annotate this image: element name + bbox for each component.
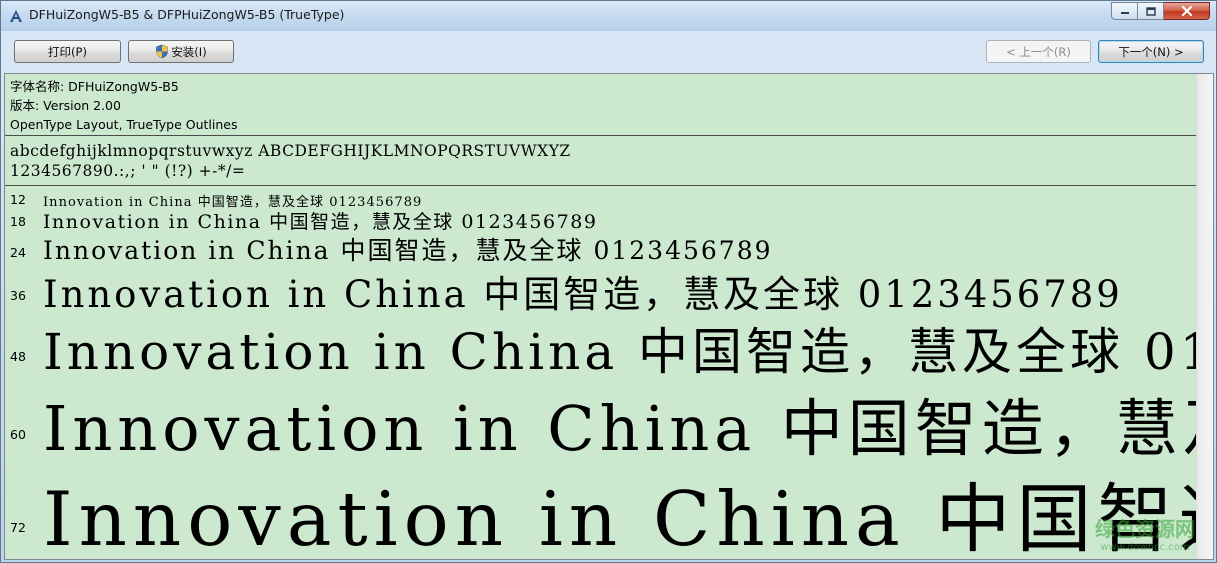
maximize-button[interactable]	[1138, 2, 1164, 20]
charset-line-letters: abcdefghijklmnopqrstuvwxyz ABCDEFGHIJKLM…	[10, 142, 571, 160]
font-version-line: 版本: Version 2.00	[10, 98, 121, 113]
watermark-url: www.downcc.com	[1100, 542, 1190, 553]
sample-text: Innovation in China 中国智造，慧及全球 0123456789	[43, 475, 1197, 560]
sample-text: Innovation in China 中国智造，慧及全球 0123456789	[43, 392, 1197, 460]
minimize-icon	[1120, 12, 1129, 14]
sample-size-label: 24	[10, 245, 26, 260]
sample-text: Innovation in China 中国智造，慧及全球 0123456789	[43, 236, 773, 265]
sample-size-label: 72	[10, 520, 26, 535]
maximize-icon	[1145, 6, 1156, 16]
minimize-button[interactable]	[1111, 2, 1138, 20]
sample-row-48: 48 Innovation in China 中国智造，慧及全球 0123456…	[10, 312, 1197, 378]
sample-row-24: 24 Innovation in China 中国智造，慧及全球 0123456…	[10, 231, 1197, 267]
toolbar: 打印(P) 安装(I) < 上一个(R) 下一个(N) >	[1, 31, 1216, 71]
install-button[interactable]: 安装(I)	[128, 40, 234, 63]
close-button[interactable]	[1164, 2, 1210, 20]
window-title: DFHuiZongW5-B5 & DFPHuiZongW5-B5 (TrueTy…	[29, 7, 345, 22]
install-button-label: 安装(I)	[171, 44, 207, 59]
title-bar[interactable]: DFHuiZongW5-B5 & DFPHuiZongW5-B5 (TrueTy…	[1, 1, 1216, 31]
close-icon	[1181, 6, 1192, 16]
sample-size-label: 12	[10, 192, 26, 207]
watermark-main: 绿色资源网	[1095, 517, 1195, 541]
sample-size-label: 48	[10, 349, 26, 364]
vertical-scrollbar[interactable]	[1196, 74, 1213, 559]
font-name-line: 字体名称: DFHuiZongW5-B5	[10, 79, 179, 94]
charset-line-symbols: 1234567890.:,; ' " (!?) +-*/=	[10, 162, 246, 180]
separator-line	[5, 135, 1197, 136]
sample-size-label: 18	[10, 214, 26, 229]
print-button[interactable]: 打印(P)	[14, 40, 121, 63]
font-app-icon	[10, 10, 22, 22]
sample-text: Innovation in China 中国智造，慧及全球 0123456789	[43, 211, 598, 233]
print-button-label: 打印(P)	[48, 44, 87, 59]
sample-text: Innovation in China 中国智造，慧及全球 0123456789	[43, 273, 1123, 316]
next-button[interactable]: 下一个(N) >	[1098, 40, 1204, 63]
previous-button-label: < 上一个(R)	[1006, 44, 1071, 59]
caption-buttons	[1111, 2, 1210, 21]
sample-row-72: 72 Innovation in China 中国智造，慧及全球 0123456…	[10, 458, 1197, 560]
sample-text: Innovation in China 中国智造，慧及全球 0123456789	[43, 323, 1197, 378]
sample-row-12: 12 Innovation in China 中国智造，慧及全球 0123456…	[10, 190, 1197, 208]
sample-text: Innovation in China 中国智造，慧及全球 0123456789	[43, 195, 423, 208]
font-preview-pane: 字体名称: DFHuiZongW5-B5 版本: Version 2.00 Op…	[4, 73, 1214, 560]
sample-size-label: 36	[10, 288, 26, 303]
next-button-label: 下一个(N) >	[1118, 44, 1184, 59]
sample-row-36: 36 Innovation in China 中国智造，慧及全球 0123456…	[10, 264, 1197, 316]
separator-line	[5, 185, 1197, 186]
font-viewer-window: DFHuiZongW5-B5 & DFPHuiZongW5-B5 (TrueTy…	[0, 0, 1217, 563]
font-info: 字体名称: DFHuiZongW5-B5 版本: Version 2.00 Op…	[10, 77, 237, 134]
sample-row-18: 18 Innovation in China 中国智造，慧及全球 0123456…	[10, 207, 1197, 233]
font-type-line: OpenType Layout, TrueType Outlines	[10, 117, 238, 132]
shield-icon	[156, 44, 169, 59]
previous-button[interactable]: < 上一个(R)	[986, 40, 1091, 63]
sample-size-label: 60	[10, 427, 26, 442]
watermark: 绿色资源网 www.downcc.com	[1095, 513, 1195, 553]
sample-row-60: 60 Innovation in China 中国智造，慧及全球 0123456…	[10, 376, 1197, 460]
